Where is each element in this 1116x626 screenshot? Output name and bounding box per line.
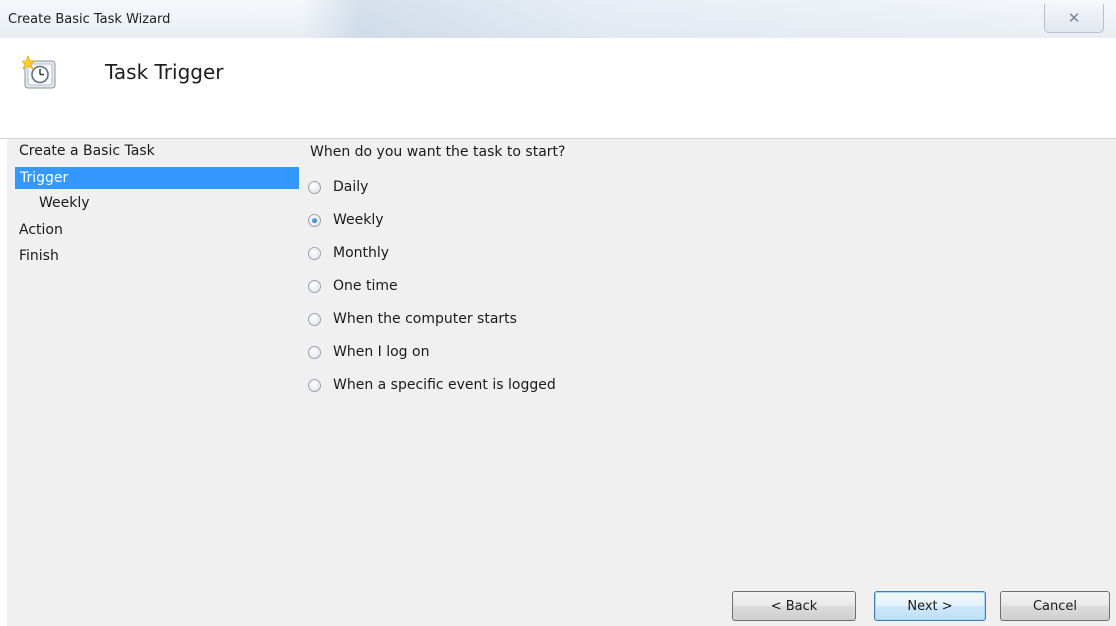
cancel-button[interactable]: Cancel — [1000, 591, 1110, 621]
option-label: Daily — [333, 179, 369, 195]
nav-item-weekly[interactable]: Weekly — [39, 192, 90, 214]
radio-log-on[interactable] — [308, 345, 321, 359]
left-edge — [0, 139, 7, 626]
task-scheduler-clock-icon — [22, 56, 56, 89]
title-bar-glass — [300, 0, 1050, 38]
trigger-content: When do you want the task to start? Dail… — [292, 139, 1112, 626]
wizard-header: Task Trigger — [0, 38, 1116, 139]
title-bar: Create Basic Task Wizard ✕ — [0, 0, 1116, 38]
nav-item-trigger[interactable]: Trigger — [15, 167, 299, 189]
option-daily[interactable]: Daily — [308, 176, 368, 198]
radio-computer-starts[interactable] — [308, 312, 321, 326]
option-computer-starts[interactable]: When the computer starts — [308, 308, 517, 330]
option-label: When the computer starts — [333, 311, 517, 327]
option-label: Weekly — [333, 212, 384, 228]
back-button[interactable]: < Back — [732, 591, 856, 621]
wizard-steps-nav: Create a Basic Task Trigger Weekly Actio… — [7, 139, 299, 626]
option-log-on[interactable]: When I log on — [308, 341, 429, 363]
radio-one-time[interactable] — [308, 279, 321, 293]
radio-daily[interactable] — [308, 180, 321, 194]
next-button[interactable]: Next > — [874, 591, 986, 621]
option-label: When a specific event is logged — [333, 377, 556, 393]
window-title: Create Basic Task Wizard — [8, 12, 171, 27]
trigger-question: When do you want the task to start? — [310, 144, 566, 160]
radio-weekly[interactable] — [308, 213, 321, 227]
option-one-time[interactable]: One time — [308, 275, 398, 297]
nav-item-finish[interactable]: Finish — [19, 245, 59, 267]
option-event-logged[interactable]: When a specific event is logged — [308, 374, 556, 396]
nav-item-action[interactable]: Action — [19, 219, 63, 241]
option-label: When I log on — [333, 344, 430, 360]
option-weekly[interactable]: Weekly — [308, 209, 384, 231]
close-icon: ✕ — [1067, 9, 1081, 27]
option-label: One time — [333, 278, 398, 294]
nav-item-create-basic-task[interactable]: Create a Basic Task — [19, 140, 155, 162]
page-title: Task Trigger — [105, 60, 224, 84]
wizard-body: Create a Basic Task Trigger Weekly Actio… — [0, 139, 1116, 626]
radio-monthly[interactable] — [308, 246, 321, 260]
option-monthly[interactable]: Monthly — [308, 242, 389, 264]
create-basic-task-wizard-window: Create Basic Task Wizard ✕ Task Trigger … — [0, 0, 1116, 626]
option-label: Monthly — [333, 245, 390, 261]
close-button[interactable]: ✕ — [1044, 4, 1104, 33]
radio-event-logged[interactable] — [308, 378, 321, 392]
